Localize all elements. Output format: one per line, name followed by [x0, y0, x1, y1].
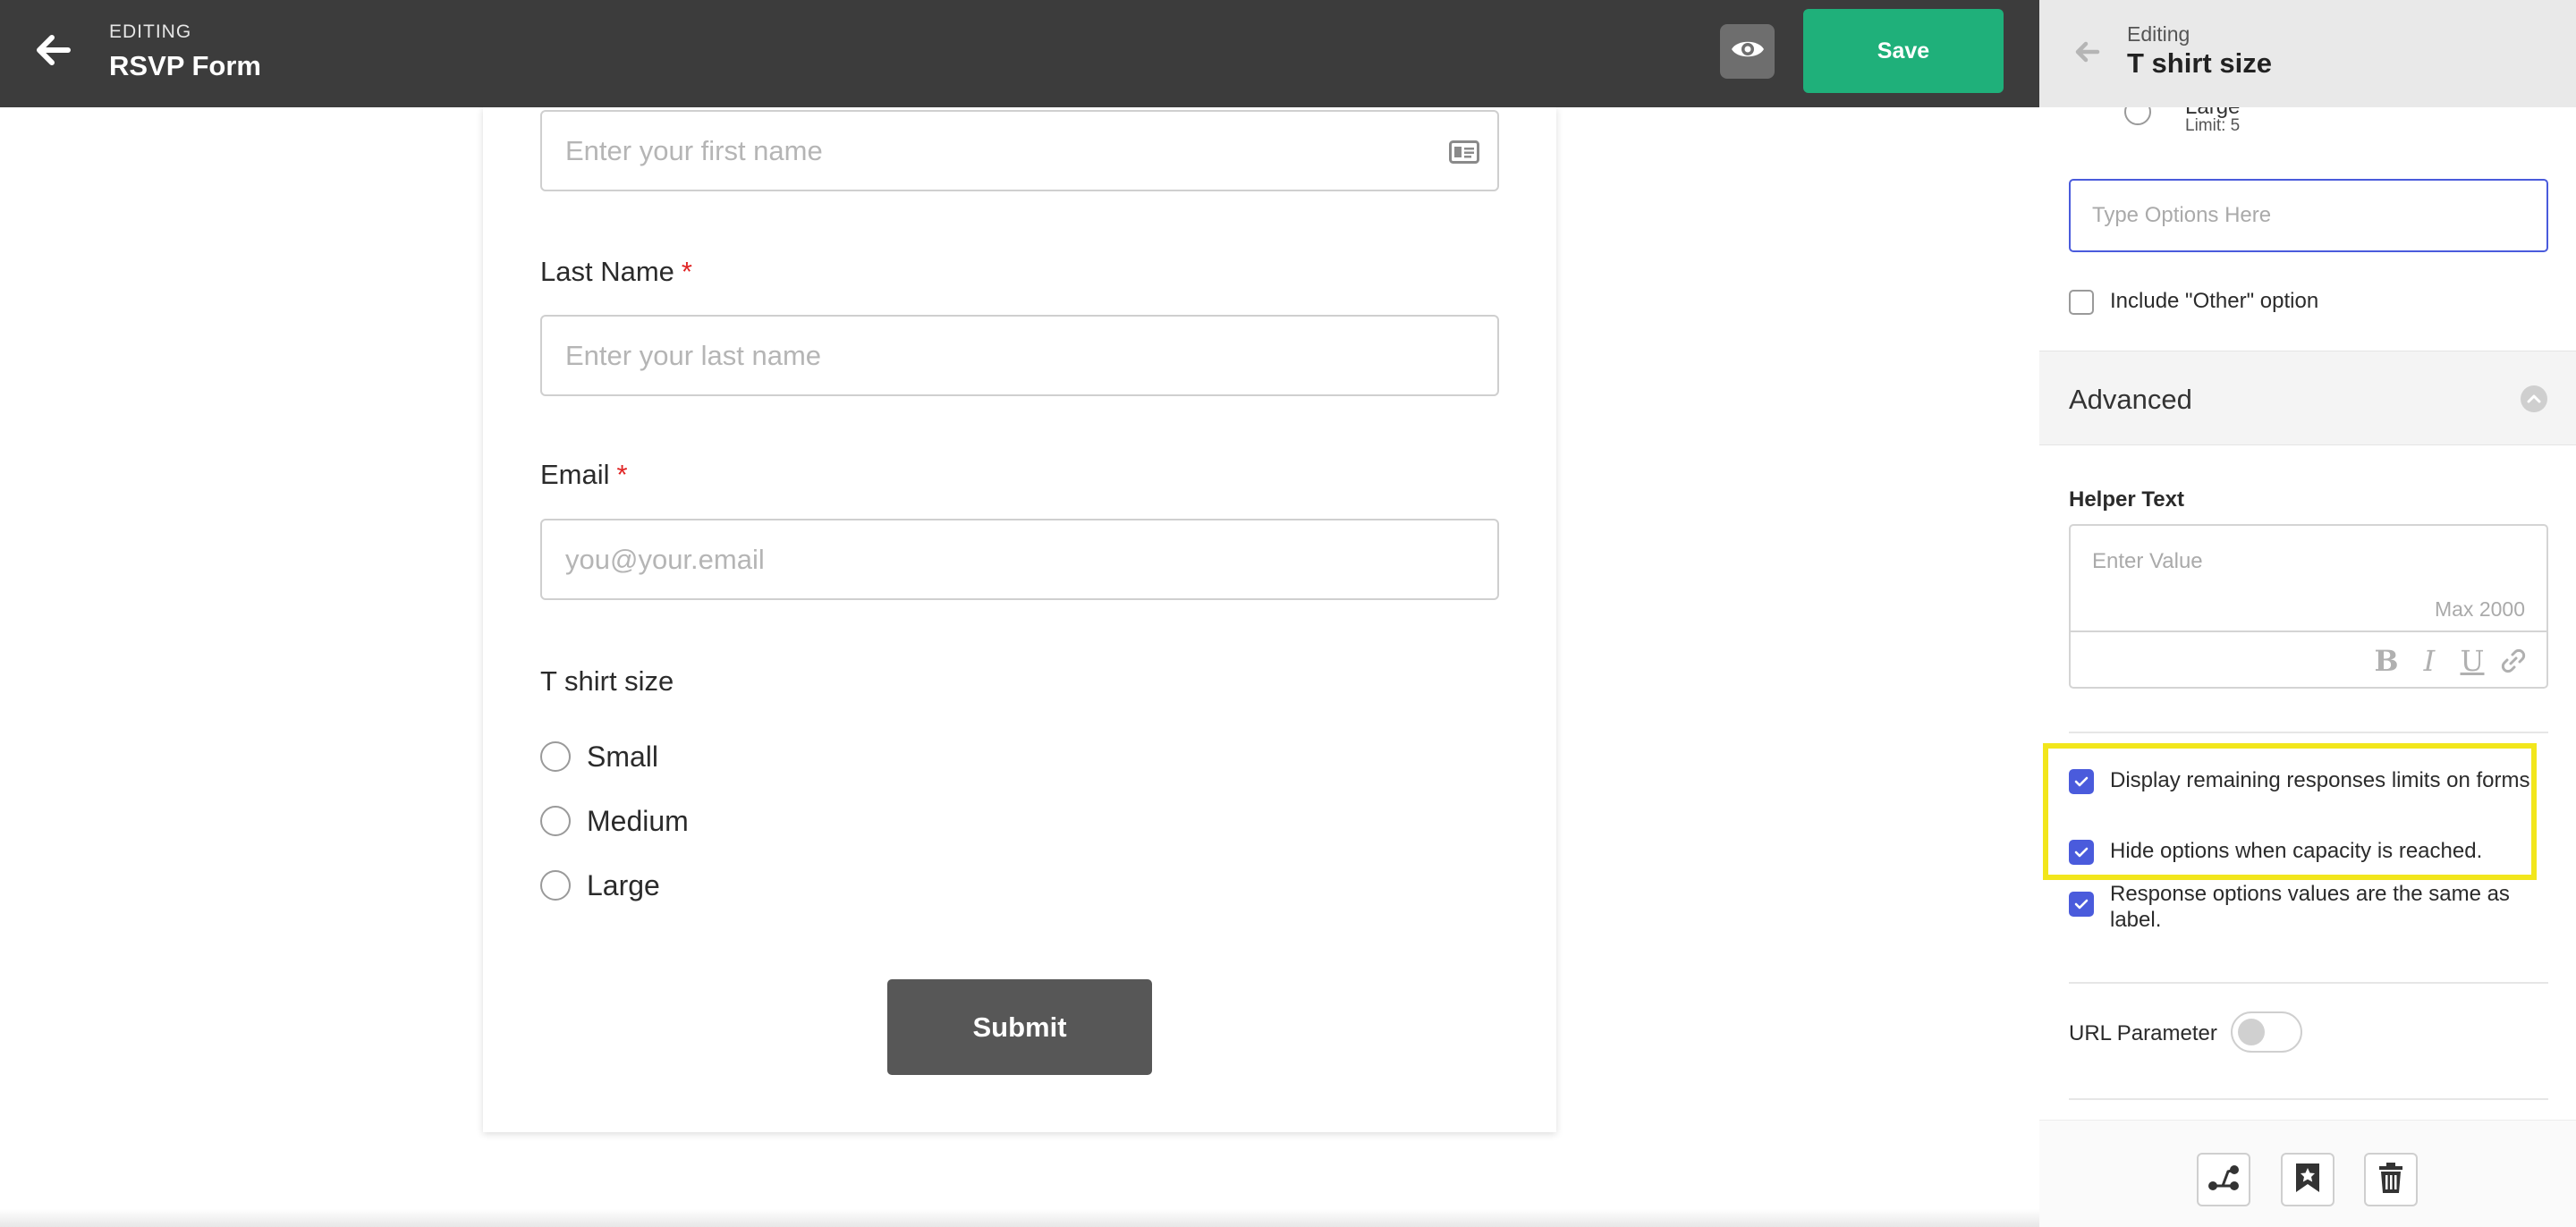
email-label: Email *: [540, 459, 628, 491]
logic-button[interactable]: [2197, 1153, 2250, 1206]
form-card: Last Name* Email* T shirt size Small Med…: [483, 107, 1556, 1132]
hide-options-checkbox-row[interactable]: Hide options when capacity is reached.: [2069, 838, 2539, 865]
radio-label: Small: [587, 740, 659, 773]
section-divider: [2069, 982, 2548, 984]
advanced-title: Advanced: [2069, 384, 2192, 415]
options-input[interactable]: [2069, 179, 2548, 252]
radio-button[interactable]: [540, 870, 571, 901]
values-same-label: Response options values are the same as …: [2110, 882, 2510, 932]
display-limits-checkbox-row[interactable]: Display remaining responses limits on fo…: [2069, 767, 2539, 794]
preview-button[interactable]: [1720, 24, 1775, 79]
chevron-up-icon[interactable]: [2521, 385, 2547, 412]
required-marker: *: [616, 459, 628, 490]
radio-option-medium[interactable]: Medium: [540, 803, 689, 839]
italic-icon[interactable]: I: [2414, 643, 2445, 679]
radio-button[interactable]: [540, 741, 571, 772]
include-other-label: Include "Other" option: [2110, 289, 2319, 313]
bold-icon[interactable]: B: [2371, 643, 2402, 679]
trash-icon: [2377, 1162, 2404, 1198]
rich-text-toolbar: B I U: [2071, 630, 2546, 687]
email-input[interactable]: [540, 519, 1499, 600]
radio-button[interactable]: [540, 806, 571, 836]
helper-text-placeholder: Enter Value: [2092, 549, 2203, 573]
bookmark-star-icon: [2294, 1162, 2321, 1198]
radio-label: Medium: [587, 804, 689, 837]
helper-text-editor[interactable]: Enter Value Max 2000 B I U: [2069, 524, 2548, 689]
eye-icon: [1730, 37, 1766, 66]
url-parameter-label: URL Parameter: [2069, 1021, 2217, 1045]
advanced-section-header[interactable]: Advanced: [2039, 351, 2576, 445]
properties-panel: Editing T shirt size Large Limit: 5 Incl…: [2039, 0, 2576, 1227]
checkbox[interactable]: [2069, 840, 2094, 865]
panel-footer: [2039, 1120, 2576, 1227]
section-divider: [2069, 732, 2548, 733]
checkbox[interactable]: [2069, 769, 2094, 794]
checkbox[interactable]: [2069, 290, 2094, 315]
link-icon[interactable]: [2498, 643, 2529, 679]
toggle-knob: [2238, 1019, 2265, 1045]
arrow-left-icon[interactable]: [36, 32, 72, 68]
radio-option-small[interactable]: Small: [540, 739, 658, 774]
submit-button[interactable]: Submit: [887, 979, 1152, 1075]
editing-label: EDITING: [109, 21, 192, 42]
underline-icon[interactable]: U: [2457, 643, 2487, 679]
save-button[interactable]: Save: [1803, 9, 2004, 93]
last-name-input[interactable]: [540, 315, 1499, 396]
form-canvas: Last Name* Email* T shirt size Small Med…: [0, 107, 2039, 1227]
tshirt-label: T shirt size: [540, 665, 674, 697]
top-bar: EDITING RSVP Form Save: [0, 0, 2039, 107]
hide-options-label: Hide options when capacity is reached.: [2110, 839, 2483, 863]
arrow-left-icon[interactable]: [2075, 41, 2100, 63]
checkbox[interactable]: [2069, 892, 2094, 917]
helper-text-label: Helper Text: [2069, 487, 2184, 512]
required-marker: *: [681, 256, 692, 287]
helper-text-max: Max 2000: [2434, 597, 2525, 621]
values-same-checkbox-row[interactable]: Response options values are the same as …: [2069, 881, 2539, 933]
contact-card-icon: [1449, 140, 1479, 164]
radio-label: Large: [587, 868, 660, 901]
option-limit: Limit: 5: [2185, 116, 2241, 135]
logic-branch-icon: [2207, 1163, 2241, 1197]
section-divider: [2069, 1098, 2548, 1100]
include-other-checkbox-row[interactable]: Include "Other" option: [2069, 288, 2318, 315]
form-title: RSVP Form: [109, 50, 261, 81]
last-name-label-text: Last Name: [540, 256, 674, 287]
last-name-label: Last Name *: [540, 256, 692, 288]
radio-option-large[interactable]: Large: [540, 867, 660, 903]
first-name-input[interactable]: [540, 110, 1499, 191]
email-label-text: Email: [540, 459, 610, 490]
display-limits-label: Display remaining responses limits on fo…: [2110, 768, 2537, 792]
panel-editing-label: Editing: [2127, 22, 2190, 46]
panel-header: Editing T shirt size: [2039, 0, 2576, 107]
save-to-library-button[interactable]: [2281, 1153, 2334, 1206]
delete-button[interactable]: [2364, 1153, 2418, 1206]
canvas-bottom-shadow: [0, 1209, 2039, 1227]
panel-title: T shirt size: [2127, 47, 2272, 79]
url-parameter-toggle[interactable]: [2231, 1011, 2302, 1053]
